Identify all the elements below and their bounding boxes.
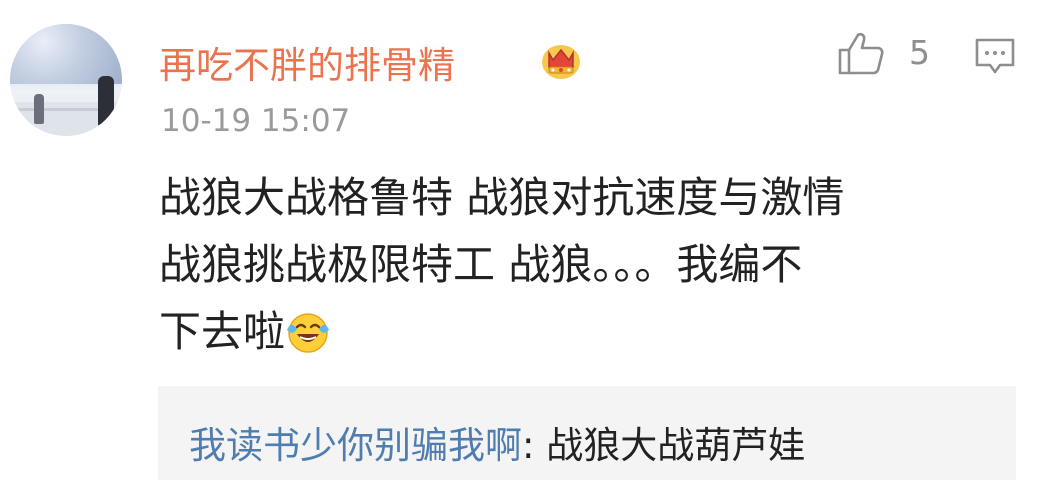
reply-text: 战狼大战葫芦娃 bbox=[534, 424, 806, 467]
comment-line: 下去啦 bbox=[159, 298, 1019, 365]
reply-item: 我读书少你别骗我啊: 战狼大战葫芦娃 bbox=[189, 415, 805, 469]
avatar-sky bbox=[10, 24, 122, 84]
avatar-figure-large bbox=[98, 76, 114, 126]
comment-content: 战狼大战格鲁特 战狼对抗速度与激情 战狼挑战极限特工 战狼。。。我编不 下去啦 bbox=[159, 164, 1019, 365]
reply-separator: : bbox=[522, 424, 535, 467]
comment-username[interactable]: 再吃不胖的排骨精 bbox=[159, 35, 455, 89]
comment-icon[interactable] bbox=[974, 37, 1016, 75]
thumbs-up-icon[interactable] bbox=[837, 31, 885, 75]
comment-line: 战狼挑战极限特工 战狼。。。我编不 bbox=[159, 240, 803, 289]
like-count: 5 bbox=[909, 33, 930, 72]
comment-timestamp: 10-19 15:07 bbox=[161, 103, 351, 139]
comment-line: 战狼大战格鲁特 战狼对抗速度与激情 bbox=[159, 173, 845, 222]
reply-box[interactable]: 我读书少你别骗我啊: 战狼大战葫芦娃 bbox=[158, 386, 1016, 480]
laughing-crying-emoji-icon bbox=[287, 313, 330, 353]
avatar[interactable] bbox=[10, 24, 122, 136]
reply-username[interactable]: 我读书少你别骗我啊 bbox=[189, 424, 522, 467]
comment-line-text: 下去啦 bbox=[159, 307, 286, 356]
avatar-figure-small bbox=[34, 94, 44, 124]
crown-icon bbox=[542, 45, 580, 79]
